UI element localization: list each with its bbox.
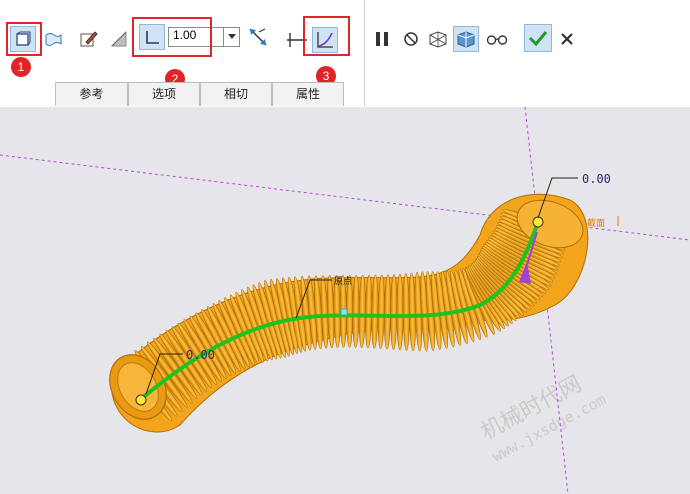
verify-glasses-icon bbox=[486, 35, 508, 45]
remove-material-icon bbox=[80, 31, 98, 47]
hose-rib bbox=[402, 273, 410, 351]
thicken-button[interactable] bbox=[106, 26, 132, 52]
model-scene: 0.00 0.00 原点 截面 机械时代网 www.jxsdge.com bbox=[0, 107, 690, 494]
hose-rib bbox=[352, 275, 360, 348]
tab-options[interactable]: 选项 bbox=[128, 82, 200, 106]
origin-marker bbox=[340, 308, 348, 316]
flip-direction-button[interactable] bbox=[245, 24, 271, 50]
hose-rib bbox=[396, 273, 404, 351]
preview-shaded-button[interactable] bbox=[453, 26, 479, 52]
surface-button[interactable] bbox=[40, 26, 66, 52]
tab-tangency[interactable]: 相切 bbox=[200, 82, 272, 106]
watermark: 机械时代网 www.jxsdge.com bbox=[477, 371, 609, 465]
no-preview-button[interactable] bbox=[398, 26, 424, 52]
surface-icon bbox=[45, 33, 62, 46]
no-preview-icon bbox=[404, 32, 418, 46]
preview-mesh-button[interactable] bbox=[425, 26, 451, 52]
tab-properties[interactable]: 属性 bbox=[272, 82, 344, 106]
preview-shaded-icon bbox=[457, 31, 475, 48]
confirm-check-icon bbox=[528, 31, 548, 47]
confirm-button[interactable] bbox=[524, 24, 552, 52]
cancel-x-icon bbox=[561, 33, 573, 45]
graphics-viewport[interactable]: 0.00 0.00 原点 截面 机械时代网 www.jxsdge.com bbox=[0, 107, 690, 494]
annotation-box-1 bbox=[6, 22, 42, 56]
end-point-handle[interactable] bbox=[532, 216, 544, 228]
start-point-handle[interactable] bbox=[135, 394, 147, 406]
preview-mesh-icon bbox=[429, 31, 447, 48]
section-plane-label: 截面 bbox=[587, 217, 605, 229]
origin-label: 原点 bbox=[334, 276, 352, 287]
chevron-down-icon bbox=[227, 34, 236, 39]
dashboard-toolbar: 1.00 1 2 3 参考 选项 相切 属性 bbox=[0, 0, 690, 108]
start-value-label[interactable]: 0.00 bbox=[186, 348, 215, 362]
tab-references[interactable]: 参考 bbox=[55, 82, 128, 106]
pause-button[interactable] bbox=[369, 26, 395, 52]
annotation-box-3 bbox=[303, 16, 350, 56]
hose-rib bbox=[390, 274, 398, 350]
annotation-box-2 bbox=[132, 17, 212, 57]
thickness-dropdown-button[interactable] bbox=[224, 27, 240, 47]
annotation-badge-1: 1 bbox=[11, 57, 31, 77]
toolbar-separator bbox=[364, 0, 365, 106]
flip-direction-icon bbox=[249, 28, 267, 46]
pause-icon bbox=[376, 32, 388, 46]
end-value-label[interactable]: 0.00 bbox=[582, 172, 611, 186]
remove-material-button[interactable] bbox=[76, 26, 102, 52]
thicken-icon bbox=[110, 30, 127, 47]
verify-button[interactable] bbox=[484, 26, 510, 52]
cancel-button[interactable] bbox=[554, 26, 580, 52]
